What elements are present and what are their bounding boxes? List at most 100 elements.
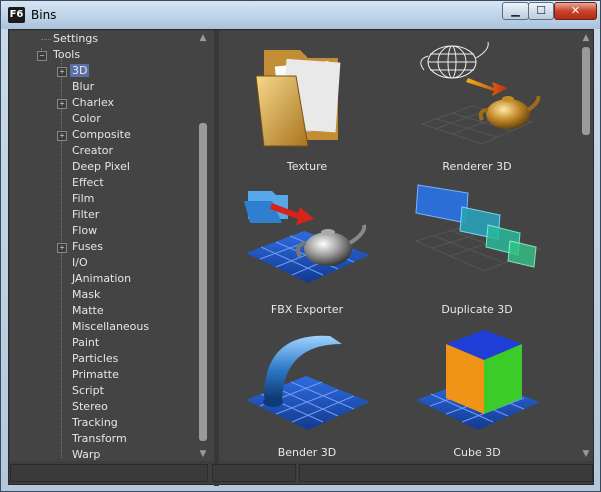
bin-scrollbar[interactable]: ▲ ▼ <box>581 31 591 461</box>
tree-item-creator[interactable]: Creator <box>72 143 113 159</box>
status-bar-left <box>10 464 208 482</box>
tree-item-label: Transform <box>72 432 127 445</box>
bin-label: Renderer 3D <box>442 160 512 173</box>
tree-line <box>41 39 51 40</box>
scrollbar-thumb[interactable] <box>199 123 207 441</box>
expand-icon[interactable]: + <box>57 243 67 253</box>
scroll-down-icon[interactable]: ▼ <box>198 449 208 459</box>
tree-item-label: JAnimation <box>72 272 132 285</box>
bin-item-cube-3d[interactable]: Cube 3D <box>402 322 552 462</box>
duplicate-panels-icon <box>414 184 542 272</box>
bin-label: Cube 3D <box>453 446 501 459</box>
tree-item-label: Script <box>72 384 104 397</box>
bin-item-renderer-3d[interactable]: Renderer 3D <box>402 36 552 176</box>
tree-item-label: Blur <box>72 80 95 93</box>
tree-item-particles[interactable]: Particles <box>72 351 118 367</box>
tree-item-fuses[interactable]: Fuses <box>72 239 103 255</box>
tree-item-label: I/O <box>72 256 88 269</box>
tree-item-label: Filter <box>72 208 100 221</box>
title-bar[interactable]: F6 Bins ▁ ☐ ✕ <box>1 1 600 29</box>
tree-item-settings[interactable]: Settings <box>53 31 98 47</box>
tree-item-label: 3D <box>70 64 90 77</box>
tree-item-label: Flow <box>72 224 98 237</box>
renderer-teapot-icon <box>420 41 541 145</box>
tree-item-label: Particles <box>72 352 119 365</box>
bin-item-duplicate-3d[interactable]: Duplicate 3D <box>402 179 552 319</box>
bin-label: FBX Exporter <box>270 303 344 316</box>
scroll-down-icon[interactable]: ▼ <box>581 449 591 459</box>
category-tree: Settings − Tools + 3D Blur + Charlex Col… <box>10 31 215 461</box>
tree-item-matte[interactable]: Matte <box>72 303 104 319</box>
tree-item-label: Color <box>72 112 101 125</box>
bender-tube-icon <box>246 335 370 430</box>
tree-item-label: Stereo <box>72 400 108 413</box>
scroll-up-icon[interactable]: ▲ <box>581 33 591 43</box>
maximize-button[interactable]: ☐ <box>528 2 554 20</box>
bin-label: Texture <box>286 160 328 173</box>
window-title: Bins <box>31 8 57 22</box>
close-button[interactable]: ✕ <box>554 2 597 20</box>
tree-item-stereo[interactable]: Stereo <box>72 399 108 415</box>
tree-item-blur[interactable]: Blur <box>72 79 94 95</box>
tree-item-paint[interactable]: Paint <box>72 335 99 351</box>
tree-item-film[interactable]: Film <box>72 191 94 207</box>
tree-item-label: Effect <box>72 176 104 189</box>
texture-folder-icon <box>255 50 341 147</box>
tree-item-tracking[interactable]: Tracking <box>72 415 118 431</box>
fbx-exporter-icon <box>244 191 370 283</box>
window-client: Settings − Tools + 3D Blur + Charlex Col… <box>8 29 594 486</box>
tree-item-color[interactable]: Color <box>72 111 101 127</box>
tree-item-label: Film <box>72 192 95 205</box>
tree-item-charlex[interactable]: Charlex <box>72 95 114 111</box>
tree-line <box>61 55 62 458</box>
tree-item-label: Paint <box>72 336 100 349</box>
cube-icon <box>416 330 540 430</box>
expand-icon[interactable]: + <box>57 99 67 109</box>
tree-item-io[interactable]: I/O <box>72 255 88 271</box>
tree-item-effect[interactable]: Effect <box>72 175 104 191</box>
scroll-up-icon[interactable]: ▲ <box>198 33 208 43</box>
expand-icon[interactable]: + <box>57 131 67 141</box>
bin-label: Bender 3D <box>277 446 337 459</box>
tree-item-primatte[interactable]: Primatte <box>72 367 119 383</box>
bin-item-fbx-exporter[interactable]: FBX Exporter <box>232 179 382 319</box>
bin-item-texture[interactable]: Texture <box>232 36 382 176</box>
tree-item-label: Settings <box>53 32 99 45</box>
tree-item-label: Miscellaneous <box>72 320 150 333</box>
tree-item-label: Primatte <box>72 368 119 381</box>
tree-item-script[interactable]: Script <box>72 383 104 399</box>
tree-item-transform[interactable]: Transform <box>72 431 127 447</box>
bin-grid: Texture Renderer 3D FBX Exporter Duplica… <box>219 31 593 461</box>
minimize-button[interactable]: ▁ <box>502 2 529 20</box>
tree-item-mask[interactable]: Mask <box>72 287 100 303</box>
tree-item-deep-pixel[interactable]: Deep Pixel <box>72 159 130 175</box>
status-bar-middle <box>212 464 296 482</box>
app-icon: F6 <box>8 7 25 23</box>
collapse-icon[interactable]: − <box>37 51 47 61</box>
tree-item-warp[interactable]: Warp <box>72 447 100 463</box>
scrollbar-thumb[interactable] <box>582 47 590 135</box>
expand-icon[interactable]: + <box>57 67 67 77</box>
tree-item-label: Fuses <box>72 240 103 253</box>
tree-item-miscellaneous[interactable]: Miscellaneous <box>72 319 149 335</box>
tree-item-label: Deep Pixel <box>72 160 130 173</box>
tree-item-label: Matte <box>72 304 104 317</box>
tree-item-label: Tools <box>53 48 81 61</box>
bins-window: F6 Bins ▁ ☐ ✕ Settings − Tools + 3D Blur… <box>0 0 601 492</box>
tree-item-flow[interactable]: Flow <box>72 223 97 239</box>
tree-scrollbar[interactable]: ▲ ▼ <box>198 31 208 461</box>
tree-item-label: Charlex <box>72 96 115 109</box>
tree-item-composite[interactable]: Composite <box>72 127 131 143</box>
bin-label: Duplicate 3D <box>441 303 513 316</box>
tree-item-label: Tracking <box>72 416 118 429</box>
bin-item-bender-3d[interactable]: Bender 3D <box>232 322 382 462</box>
tree-item-label: Composite <box>72 128 131 141</box>
tree-item-tools[interactable]: Tools <box>53 47 80 63</box>
tree-item-label: Mask <box>72 288 101 301</box>
status-bar-right <box>299 464 593 482</box>
tree-item-label: Warp <box>72 448 101 461</box>
tree-item-label: Creator <box>72 144 114 157</box>
tree-item-janimation[interactable]: JAnimation <box>72 271 131 287</box>
tree-item-3d[interactable]: 3D <box>70 63 90 79</box>
tree-item-filter[interactable]: Filter <box>72 207 99 223</box>
